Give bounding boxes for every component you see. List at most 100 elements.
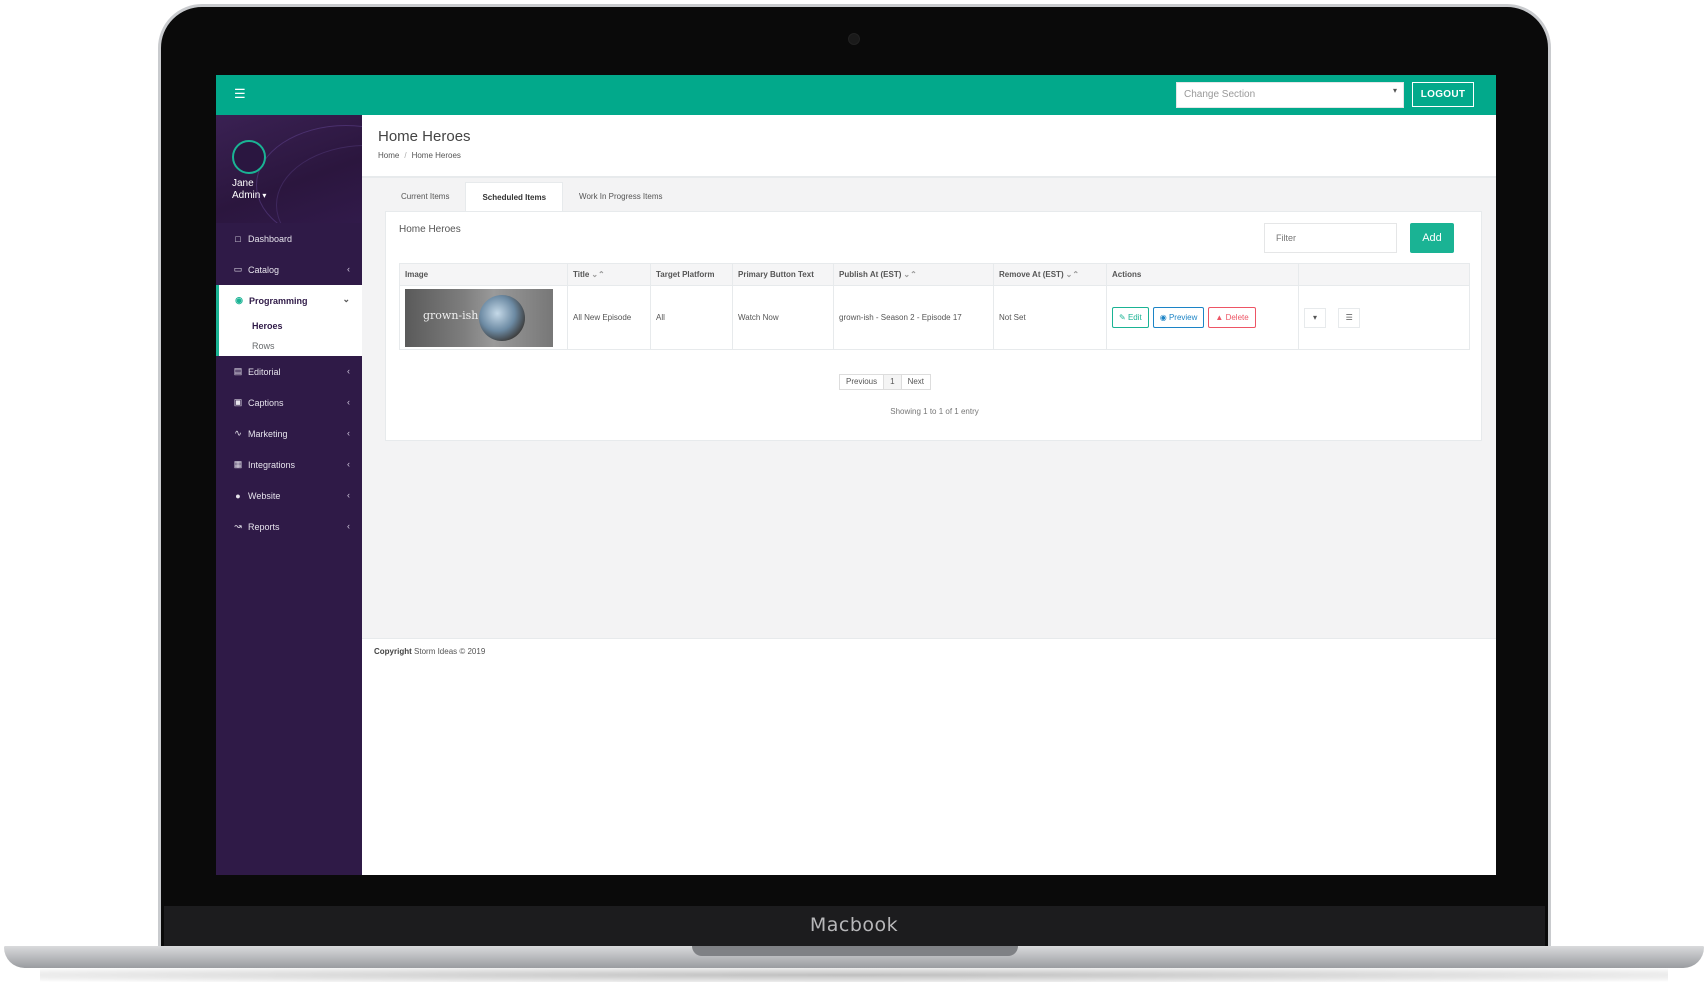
chevron-left-icon: ‹ bbox=[347, 428, 350, 438]
delete-button[interactable]: ▲ Delete bbox=[1208, 307, 1256, 328]
caret-down-icon: ▾ bbox=[262, 191, 267, 200]
screen: ☰ Change Section ▾ LOGOUT Jane Admin ▾ □ … bbox=[216, 75, 1496, 875]
sort-icon[interactable]: ⌄⌃ bbox=[1066, 270, 1079, 279]
chevron-down-icon: ⌄ bbox=[342, 294, 350, 304]
column-header-target-platform: Target Platform bbox=[650, 263, 733, 286]
laptop-notch bbox=[692, 946, 1018, 956]
camera-icon bbox=[848, 33, 860, 45]
sidebar-item-programming-header[interactable]: ◉ Programming ⌄ bbox=[219, 285, 362, 316]
thumbnail-artwork bbox=[479, 294, 525, 341]
sidebar: Jane Admin ▾ □ Dashboard ▭ Catalog ‹ ◉ Pr… bbox=[216, 115, 362, 875]
sidebar-item-integrations[interactable]: ▦ Integrations ‹ bbox=[216, 449, 362, 480]
sidebar-subitem-rows[interactable]: Rows bbox=[219, 336, 362, 356]
table-row: grown-ish All New Episode All Watch Now … bbox=[399, 285, 1470, 350]
avatar[interactable] bbox=[232, 140, 266, 174]
table-header-row: Image Title ⌄⌃ Target Platform Primary Bu… bbox=[399, 263, 1470, 286]
cell-title: All New Episode bbox=[567, 285, 651, 350]
warning-icon: ▲ bbox=[1215, 313, 1224, 322]
column-header-label: Target Platform bbox=[656, 270, 715, 279]
tab-work-in-progress-items[interactable]: Work In Progress Items bbox=[563, 182, 678, 212]
sidebar-subitem-heroes[interactable]: Heroes bbox=[219, 316, 362, 336]
eye-icon: ◉ bbox=[1159, 313, 1167, 322]
profile-role-dropdown[interactable]: Admin ▾ bbox=[232, 190, 266, 201]
pagination-next[interactable]: Next bbox=[900, 374, 932, 390]
column-header-image: Image bbox=[399, 263, 568, 286]
breadcrumb-current: Home Heroes bbox=[411, 151, 461, 160]
drag-handle-icon[interactable]: ☰ bbox=[1338, 307, 1361, 328]
line-chart-icon: ↝ bbox=[234, 521, 242, 531]
change-section-placeholder: Change Section bbox=[1184, 89, 1256, 100]
rss-icon: ∿ bbox=[234, 428, 242, 438]
edit-button[interactable]: ✎ Edit bbox=[1112, 307, 1149, 328]
sidebar-item-reports[interactable]: ↝ Reports ‹ bbox=[216, 511, 362, 542]
column-header-label: Publish At (EST) bbox=[839, 270, 902, 279]
sidebar-item-label: Marketing bbox=[248, 428, 288, 439]
sidebar-item-label: Integrations bbox=[248, 459, 296, 470]
sidebar-item-captions[interactable]: ▣ Captions ‹ bbox=[216, 387, 362, 418]
sidebar-item-label: Website bbox=[248, 490, 281, 501]
sidebar-item-marketing[interactable]: ∿ Marketing ‹ bbox=[216, 418, 362, 449]
pagination-info: Showing 1 to 1 of 1 entry bbox=[890, 407, 979, 416]
filter-input[interactable] bbox=[1264, 223, 1397, 253]
edit-button-label: Edit bbox=[1127, 313, 1142, 322]
cell-publish-at: grown-ish - Season 2 - Episode 17 bbox=[833, 285, 994, 350]
chevron-left-icon: ‹ bbox=[347, 264, 350, 274]
column-header-remove-at[interactable]: Remove At (EST) ⌄⌃ bbox=[993, 263, 1107, 286]
chevron-left-icon: ‹ bbox=[347, 459, 350, 469]
logout-button[interactable]: LOGOUT bbox=[1412, 82, 1474, 107]
column-header-label: Actions bbox=[1112, 270, 1142, 279]
content-panel: Home Heroes Add Image Title⌄⌃ Target Pla… bbox=[385, 211, 1482, 441]
breadcrumb-link-home[interactable]: Home bbox=[378, 151, 399, 160]
sidebar-item-dashboard[interactable]: □ Dashboard bbox=[216, 223, 362, 254]
hamburger-menu-icon[interactable]: ☰ bbox=[234, 87, 248, 101]
sidebar-item-catalog[interactable]: ▭ Catalog ‹ bbox=[216, 254, 362, 285]
breadcrumb-separator: / bbox=[404, 151, 407, 160]
cell-remove-at: Not Set bbox=[993, 285, 1107, 350]
sidebar-item-editorial[interactable]: ▤ Editorial ‹ bbox=[216, 356, 362, 387]
top-navbar: ☰ Change Section ▾ LOGOUT bbox=[216, 75, 1496, 115]
dot-circle-icon: ◉ bbox=[235, 295, 243, 305]
sidebar-item-label: Reports bbox=[248, 521, 280, 532]
column-header-title[interactable]: Title ⌄⌃ bbox=[567, 263, 651, 286]
column-header-label: Image bbox=[405, 270, 429, 279]
sidebar-nav: □ Dashboard ▭ Catalog ‹ ◉ Programming ⌄ … bbox=[216, 223, 362, 542]
sidebar-item-website[interactable]: ● Website ‹ bbox=[216, 480, 362, 511]
sidebar-item-label: Catalog bbox=[248, 264, 280, 275]
monitor-icon: ▭ bbox=[233, 264, 243, 274]
profile-panel: Jane Admin ▾ bbox=[216, 115, 362, 223]
sidebar-item-label: Captions bbox=[248, 397, 284, 408]
row-dropdown-button[interactable]: ▾ bbox=[1304, 307, 1326, 328]
chevron-left-icon: ‹ bbox=[347, 366, 350, 376]
column-header-label: Remove At (EST) bbox=[999, 270, 1064, 279]
calendar-icon: ▦ bbox=[233, 459, 243, 469]
newspaper-icon: ▤ bbox=[233, 366, 243, 376]
chevron-left-icon: ‹ bbox=[347, 490, 350, 500]
footer: Copyright Storm Ideas © 2019 bbox=[362, 638, 1496, 875]
column-header-primary-button-text: Primary Button Text bbox=[732, 263, 834, 286]
tab-current-items[interactable]: Current Items bbox=[385, 182, 465, 212]
preview-button[interactable]: ◉ Preview bbox=[1152, 307, 1205, 328]
copyright-owner: Storm Ideas © 2019 bbox=[414, 647, 486, 656]
chevron-left-icon: ‹ bbox=[347, 397, 350, 407]
copyright-text: Copyright Storm Ideas © 2019 bbox=[374, 647, 485, 656]
delete-button-label: Delete bbox=[1225, 313, 1249, 322]
caret-down-icon: ▾ bbox=[1392, 86, 1397, 95]
column-header-actions: Actions bbox=[1106, 263, 1299, 286]
breadcrumb: Home / Home Heroes bbox=[378, 151, 461, 160]
sort-icon[interactable]: ⌄⌃ bbox=[591, 270, 604, 279]
sidebar-item-label: Programming bbox=[249, 295, 308, 306]
column-header-publish-at[interactable]: Publish At (EST) ⌄⌃ bbox=[833, 263, 994, 286]
pagination-page[interactable]: 1 bbox=[883, 374, 902, 390]
tab-scheduled-items[interactable]: Scheduled Items bbox=[465, 182, 564, 212]
column-header-label: Primary Button Text bbox=[738, 270, 814, 279]
heroes-table: Image Title ⌄⌃ Target Platform Primary Bu… bbox=[399, 263, 1470, 350]
add-button[interactable]: Add bbox=[1410, 223, 1454, 253]
pagination-previous[interactable]: Previous bbox=[839, 374, 885, 390]
pencil-icon: ✎ bbox=[1119, 313, 1126, 322]
column-header-label: Title bbox=[573, 270, 590, 279]
cell-actions: ✎ Edit ◉ Preview ▲ Delete bbox=[1106, 285, 1299, 350]
change-section-select[interactable]: Change Section ▾ bbox=[1176, 82, 1404, 108]
hero-thumbnail-image[interactable]: grown-ish bbox=[405, 288, 553, 347]
sort-icon[interactable]: ⌄⌃ bbox=[903, 270, 916, 279]
profile-name: Jane bbox=[232, 178, 254, 189]
